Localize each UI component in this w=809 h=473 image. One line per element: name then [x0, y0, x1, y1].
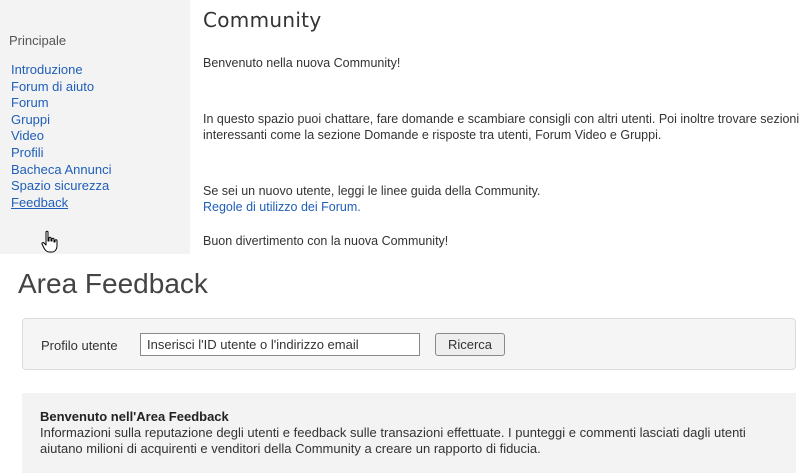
sidebar-item-profili[interactable]: Profili	[11, 145, 111, 162]
closing-text: Buon divertimento con la nuova Community…	[203, 234, 449, 248]
sidebar-item-feedback[interactable]: Feedback	[11, 195, 111, 212]
feedback-title: Area Feedback	[18, 268, 208, 299]
feedback-welcome-panel: Benvenuto nell'Area Feedback Informazion…	[22, 393, 796, 473]
sidebar-item-spazio-sicurezza[interactable]: Spazio sicurezza	[11, 178, 111, 195]
user-profile-label: Profilo utente	[41, 338, 118, 353]
sidebar-item-gruppi[interactable]: Gruppi	[11, 112, 111, 129]
feedback-welcome-text: Informazioni sulla reputazione degli ute…	[40, 425, 746, 456]
hand-cursor-icon	[41, 230, 58, 253]
forum-rules-link[interactable]: Regole di utilizzo dei Forum.	[203, 199, 361, 215]
sidebar-item-forum-di-aiuto[interactable]: Forum di aiuto	[11, 79, 111, 96]
user-search-input[interactable]	[140, 333, 420, 356]
page-title: Community	[203, 8, 322, 32]
intro-paragraph: In questo spazio puoi chattare, fare dom…	[203, 112, 800, 142]
sidebar-nav: Introduzione Forum di aiuto Forum Gruppi…	[11, 62, 111, 211]
sidebar-heading: Principale	[9, 33, 67, 48]
welcome-text: Benvenuto nella nuova Community!	[203, 56, 401, 70]
sidebar-item-introduzione[interactable]: Introduzione	[11, 62, 111, 79]
sidebar-item-forum[interactable]: Forum	[11, 95, 111, 112]
sidebar-item-video[interactable]: Video	[11, 128, 111, 145]
search-button[interactable]: Ricerca	[435, 333, 505, 356]
user-search-panel: Profilo utente Ricerca	[22, 318, 796, 370]
feedback-welcome-heading: Benvenuto nell'Area Feedback	[40, 409, 229, 424]
sidebar-item-bacheca-annunci[interactable]: Bacheca Annunci	[11, 162, 111, 179]
sidebar: Principale Introduzione Forum di aiuto F…	[0, 0, 190, 254]
guide-text: Se sei un nuovo utente, leggi le linee g…	[203, 184, 541, 198]
